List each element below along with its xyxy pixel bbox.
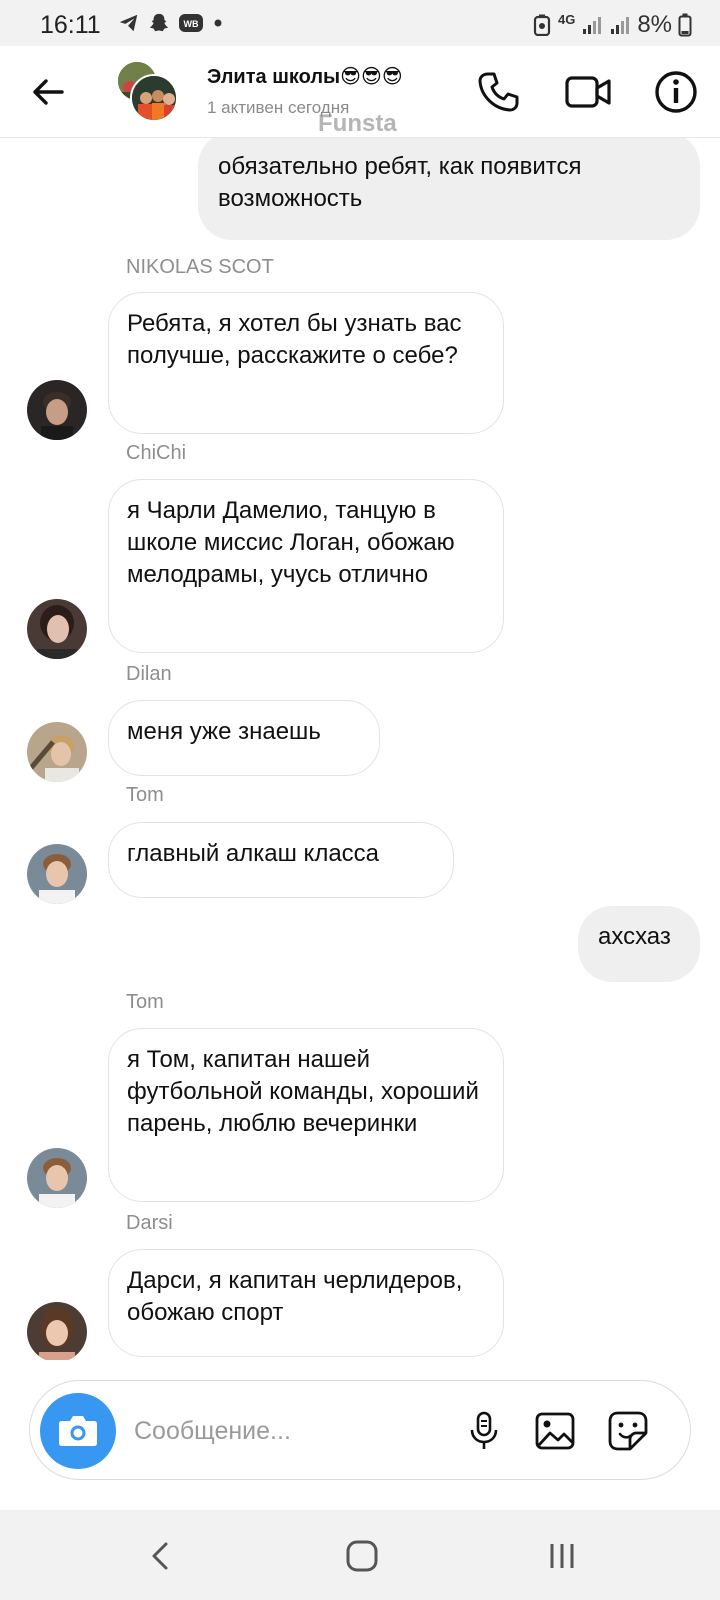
system-navigation-bar: [0, 1510, 720, 1600]
status-bar: 16:11 WB 4G 8%: [0, 0, 720, 46]
avatar[interactable]: [27, 1148, 87, 1208]
avatar[interactable]: [27, 844, 87, 904]
message-text: Дарси, я капитан черлидеров, обожаю спор…: [127, 1267, 463, 1326]
network-type: 4G: [557, 11, 576, 27]
microphone-icon[interactable]: [462, 1409, 506, 1453]
sender-name: Darsi: [126, 1212, 173, 1234]
status-time: 16:11: [40, 11, 101, 39]
sender-name: Tom: [126, 784, 164, 806]
back-arrow-icon[interactable]: [28, 72, 68, 112]
message-text: обязательно ребят, как появится возможно…: [218, 153, 582, 212]
message-thread[interactable]: обязательно ребят, как появится возможно…: [0, 138, 720, 1360]
group-avatar[interactable]: [116, 60, 180, 124]
telegram-icon: [119, 14, 138, 32]
svg-text:WB: WB: [184, 19, 199, 29]
watermark-text: Funsta: [318, 110, 397, 137]
sticker-icon[interactable]: [606, 1409, 650, 1453]
sender-name: NIKOLAS SCOT: [126, 256, 274, 278]
status-system-icons: 4G 8%: [532, 11, 692, 39]
avatar[interactable]: [27, 722, 87, 782]
sender-name: Dilan: [126, 663, 172, 685]
message-bubble-outgoing[interactable]: обязательно ребят, как появится возможно…: [198, 138, 700, 240]
chat-title[interactable]: Элита школы😎😎😎: [207, 64, 403, 89]
gallery-icon[interactable]: [533, 1409, 577, 1453]
message-bubble-incoming[interactable]: Дарси, я капитан черлидеров, обожаю спор…: [108, 1249, 504, 1357]
sender-name: ChiChi: [126, 442, 187, 464]
chat-header: Элита школы😎😎😎 1 активен сегодня Funsta: [0, 46, 720, 138]
avatar[interactable]: [27, 380, 87, 440]
info-icon[interactable]: [652, 68, 700, 116]
wb-app-icon: WB: [179, 14, 203, 32]
video-call-icon[interactable]: [564, 68, 612, 116]
message-bubble-incoming[interactable]: меня уже знаешь: [108, 700, 380, 776]
avatar[interactable]: [27, 599, 87, 659]
nav-home-icon[interactable]: [342, 1536, 382, 1576]
dot-icon: [214, 19, 222, 27]
message-composer: [29, 1380, 691, 1480]
message-text: ахсхаз: [598, 923, 671, 950]
battery-saver-icon: [533, 14, 551, 36]
snapchat-icon: [149, 13, 169, 32]
message-bubble-incoming[interactable]: я Чарли Дамелио, танцую в школе миссис Л…: [108, 479, 504, 653]
signal-icon-2: [611, 17, 630, 34]
camera-button[interactable]: [40, 1393, 116, 1469]
phone-icon[interactable]: [474, 68, 522, 116]
battery-percentage: 8%: [637, 11, 672, 38]
message-text: я Чарли Дамелио, танцую в школе миссис Л…: [127, 497, 455, 588]
message-text: я Том, капитан нашей футбольной команды,…: [127, 1046, 479, 1137]
message-bubble-incoming[interactable]: я Том, капитан нашей футбольной команды,…: [108, 1028, 504, 1202]
message-text: главный алкаш класса: [127, 840, 380, 867]
avatar[interactable]: [27, 1302, 87, 1360]
nav-back-icon[interactable]: [142, 1536, 182, 1576]
message-input[interactable]: [134, 1411, 454, 1451]
group-avatar-front: [130, 74, 178, 122]
message-text: меня уже знаешь: [127, 718, 321, 745]
camera-icon: [59, 1416, 97, 1446]
battery-icon: [678, 13, 692, 37]
message-text: Ребята, я хотел бы узнать вас получше, р…: [127, 310, 462, 369]
status-notification-icons: WB: [118, 12, 224, 34]
message-bubble-incoming[interactable]: Ребята, я хотел бы узнать вас получше, р…: [108, 292, 504, 434]
sender-name: Tom: [126, 991, 164, 1013]
nav-recents-icon[interactable]: [542, 1536, 582, 1576]
message-bubble-incoming[interactable]: главный алкаш класса: [108, 822, 454, 898]
signal-icon: [583, 17, 602, 34]
message-bubble-outgoing[interactable]: ахсхаз: [578, 906, 700, 982]
